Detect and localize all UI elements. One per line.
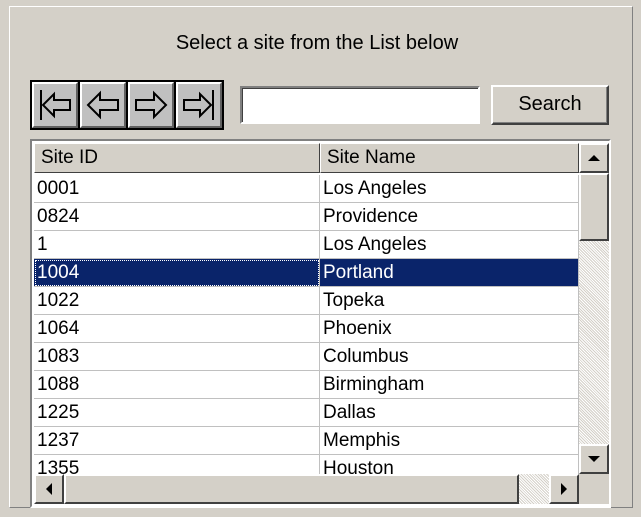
site-id-cell[interactable]: 1004	[34, 259, 320, 287]
site-id-cell[interactable]: 1064	[34, 315, 320, 343]
site-name-cell[interactable]: Columbus	[320, 343, 579, 371]
table-row[interactable]: 1225 Dallas	[34, 399, 579, 427]
right-arrow-icon	[135, 90, 168, 120]
down-arrow-icon	[588, 456, 600, 462]
grid-rows: 0001 Los Angeles 0824 Providence 1 Los Angele…	[34, 175, 579, 483]
site-id-cell[interactable]: 1225	[34, 399, 320, 427]
scrollbar-corner	[579, 474, 609, 504]
table-row[interactable]: 0824 Providence	[34, 203, 579, 231]
first-arrow-icon	[40, 90, 71, 120]
scroll-right-button[interactable]	[549, 474, 579, 504]
site-id-cell[interactable]: 1	[34, 231, 320, 259]
table-row[interactable]: 1 Los Angeles	[34, 231, 579, 259]
left-arrow-icon	[86, 90, 119, 120]
previous-record-button[interactable]	[80, 82, 126, 128]
vertical-scrollbar[interactable]	[579, 143, 609, 474]
site-name-cell[interactable]: Memphis	[320, 427, 579, 455]
last-record-button[interactable]	[176, 82, 222, 128]
table-row[interactable]: 0001 Los Angeles	[34, 175, 579, 203]
vertical-scroll-thumb[interactable]	[579, 173, 609, 241]
first-record-button[interactable]	[32, 82, 78, 128]
table-row[interactable]: 1022 Topeka	[34, 287, 579, 315]
left-small-arrow-icon	[46, 483, 52, 495]
site-id-cell[interactable]: 1022	[34, 287, 320, 315]
site-id-cell[interactable]: 1088	[34, 371, 320, 399]
search-button[interactable]: Search	[491, 85, 609, 125]
table-row[interactable]: 1237 Memphis	[34, 427, 579, 455]
last-arrow-icon	[183, 90, 214, 120]
site-name-cell[interactable]: Los Angeles	[320, 175, 579, 203]
column-header-site-name[interactable]: Site Name	[320, 143, 579, 173]
site-name-cell[interactable]: Los Angeles	[320, 231, 579, 259]
site-id-cell[interactable]: 0824	[34, 203, 320, 231]
site-name-cell[interactable]: Providence	[320, 203, 579, 231]
up-arrow-icon	[588, 155, 600, 161]
site-name-cell[interactable]: Portland	[320, 259, 579, 287]
table-row[interactable]: 1088 Birmingham	[34, 371, 579, 399]
site-grid: Site ID Site Name 0001 Los Angeles 0824 Pro…	[30, 139, 611, 508]
site-id-cell[interactable]: 1237	[34, 427, 320, 455]
scroll-left-button[interactable]	[34, 474, 64, 504]
horizontal-scrollbar[interactable]	[34, 474, 579, 504]
table-row[interactable]: 1083 Columbus	[34, 343, 579, 371]
scroll-down-button[interactable]	[579, 444, 609, 474]
site-id-cell[interactable]: 0001	[34, 175, 320, 203]
next-record-button[interactable]	[128, 82, 174, 128]
site-name-cell[interactable]: Phoenix	[320, 315, 579, 343]
site-name-cell[interactable]: Birmingham	[320, 371, 579, 399]
scroll-up-button[interactable]	[579, 143, 609, 173]
site-name-cell[interactable]: Topeka	[320, 287, 579, 315]
table-row[interactable]: 1064 Phoenix	[34, 315, 579, 343]
table-row[interactable]: 1004 Portland	[34, 259, 579, 287]
site-id-cell[interactable]: 1083	[34, 343, 320, 371]
right-small-arrow-icon	[561, 483, 567, 495]
site-name-cell[interactable]: Dallas	[320, 399, 579, 427]
column-header-site-id[interactable]: Site ID	[34, 143, 320, 173]
search-input[interactable]	[240, 86, 480, 124]
instruction-label: Select a site from the List below	[175, 32, 459, 54]
horizontal-scroll-thumb[interactable]	[64, 474, 519, 504]
record-navigator	[30, 80, 224, 130]
